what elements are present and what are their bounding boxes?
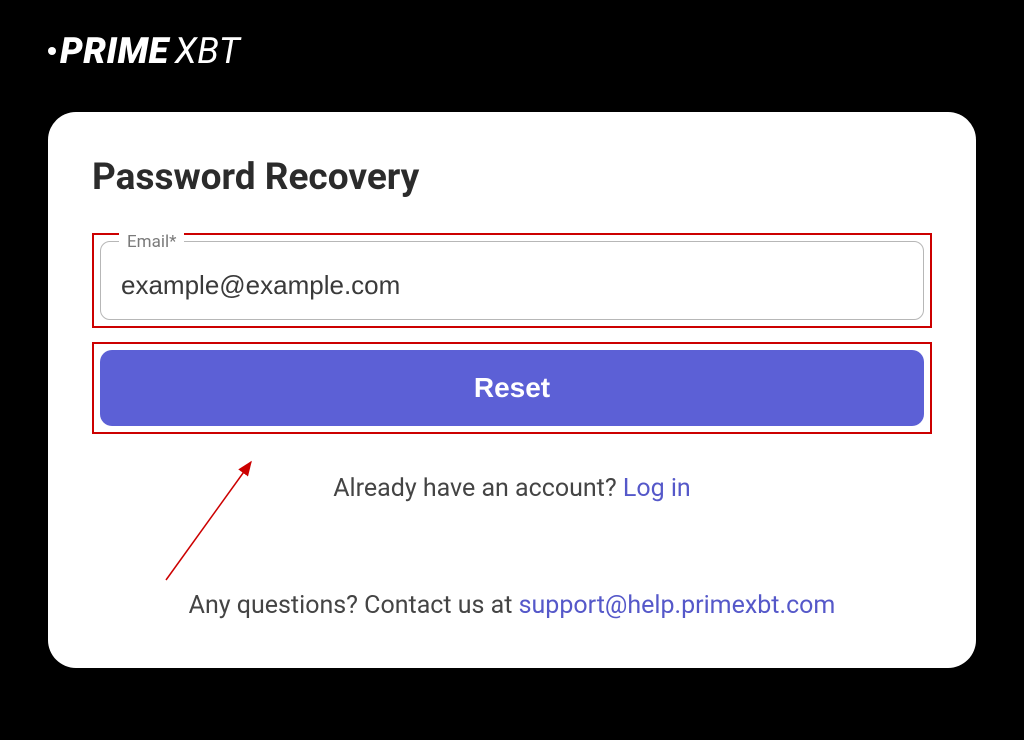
login-link[interactable]: Log in [623, 474, 691, 503]
header: PRIME XBT [0, 0, 1024, 72]
contact-prefix: Any questions? Contact us at [189, 591, 519, 620]
login-prefix: Already have an account? [333, 474, 623, 503]
contact-row: Any questions? Contact us at support@hel… [92, 591, 932, 620]
reset-button[interactable]: Reset [100, 350, 924, 426]
password-recovery-card: Password Recovery Email* Reset Already h… [48, 112, 976, 668]
reset-highlight-box: Reset [92, 342, 932, 434]
support-email-link[interactable]: support@help.primexbt.com [519, 591, 836, 620]
email-label: Email* [119, 232, 184, 252]
login-row: Already have an account? Log in [92, 474, 932, 503]
brand-xbt: XBT [175, 30, 241, 72]
email-field-wrapper: Email* [100, 241, 924, 320]
email-input[interactable] [121, 270, 903, 301]
logo-dot-icon [48, 47, 56, 55]
email-highlight-box: Email* [92, 233, 932, 328]
brand-prime: PRIME [60, 30, 169, 72]
brand-logo: PRIME XBT [48, 30, 240, 72]
page-title: Password Recovery [92, 156, 932, 199]
